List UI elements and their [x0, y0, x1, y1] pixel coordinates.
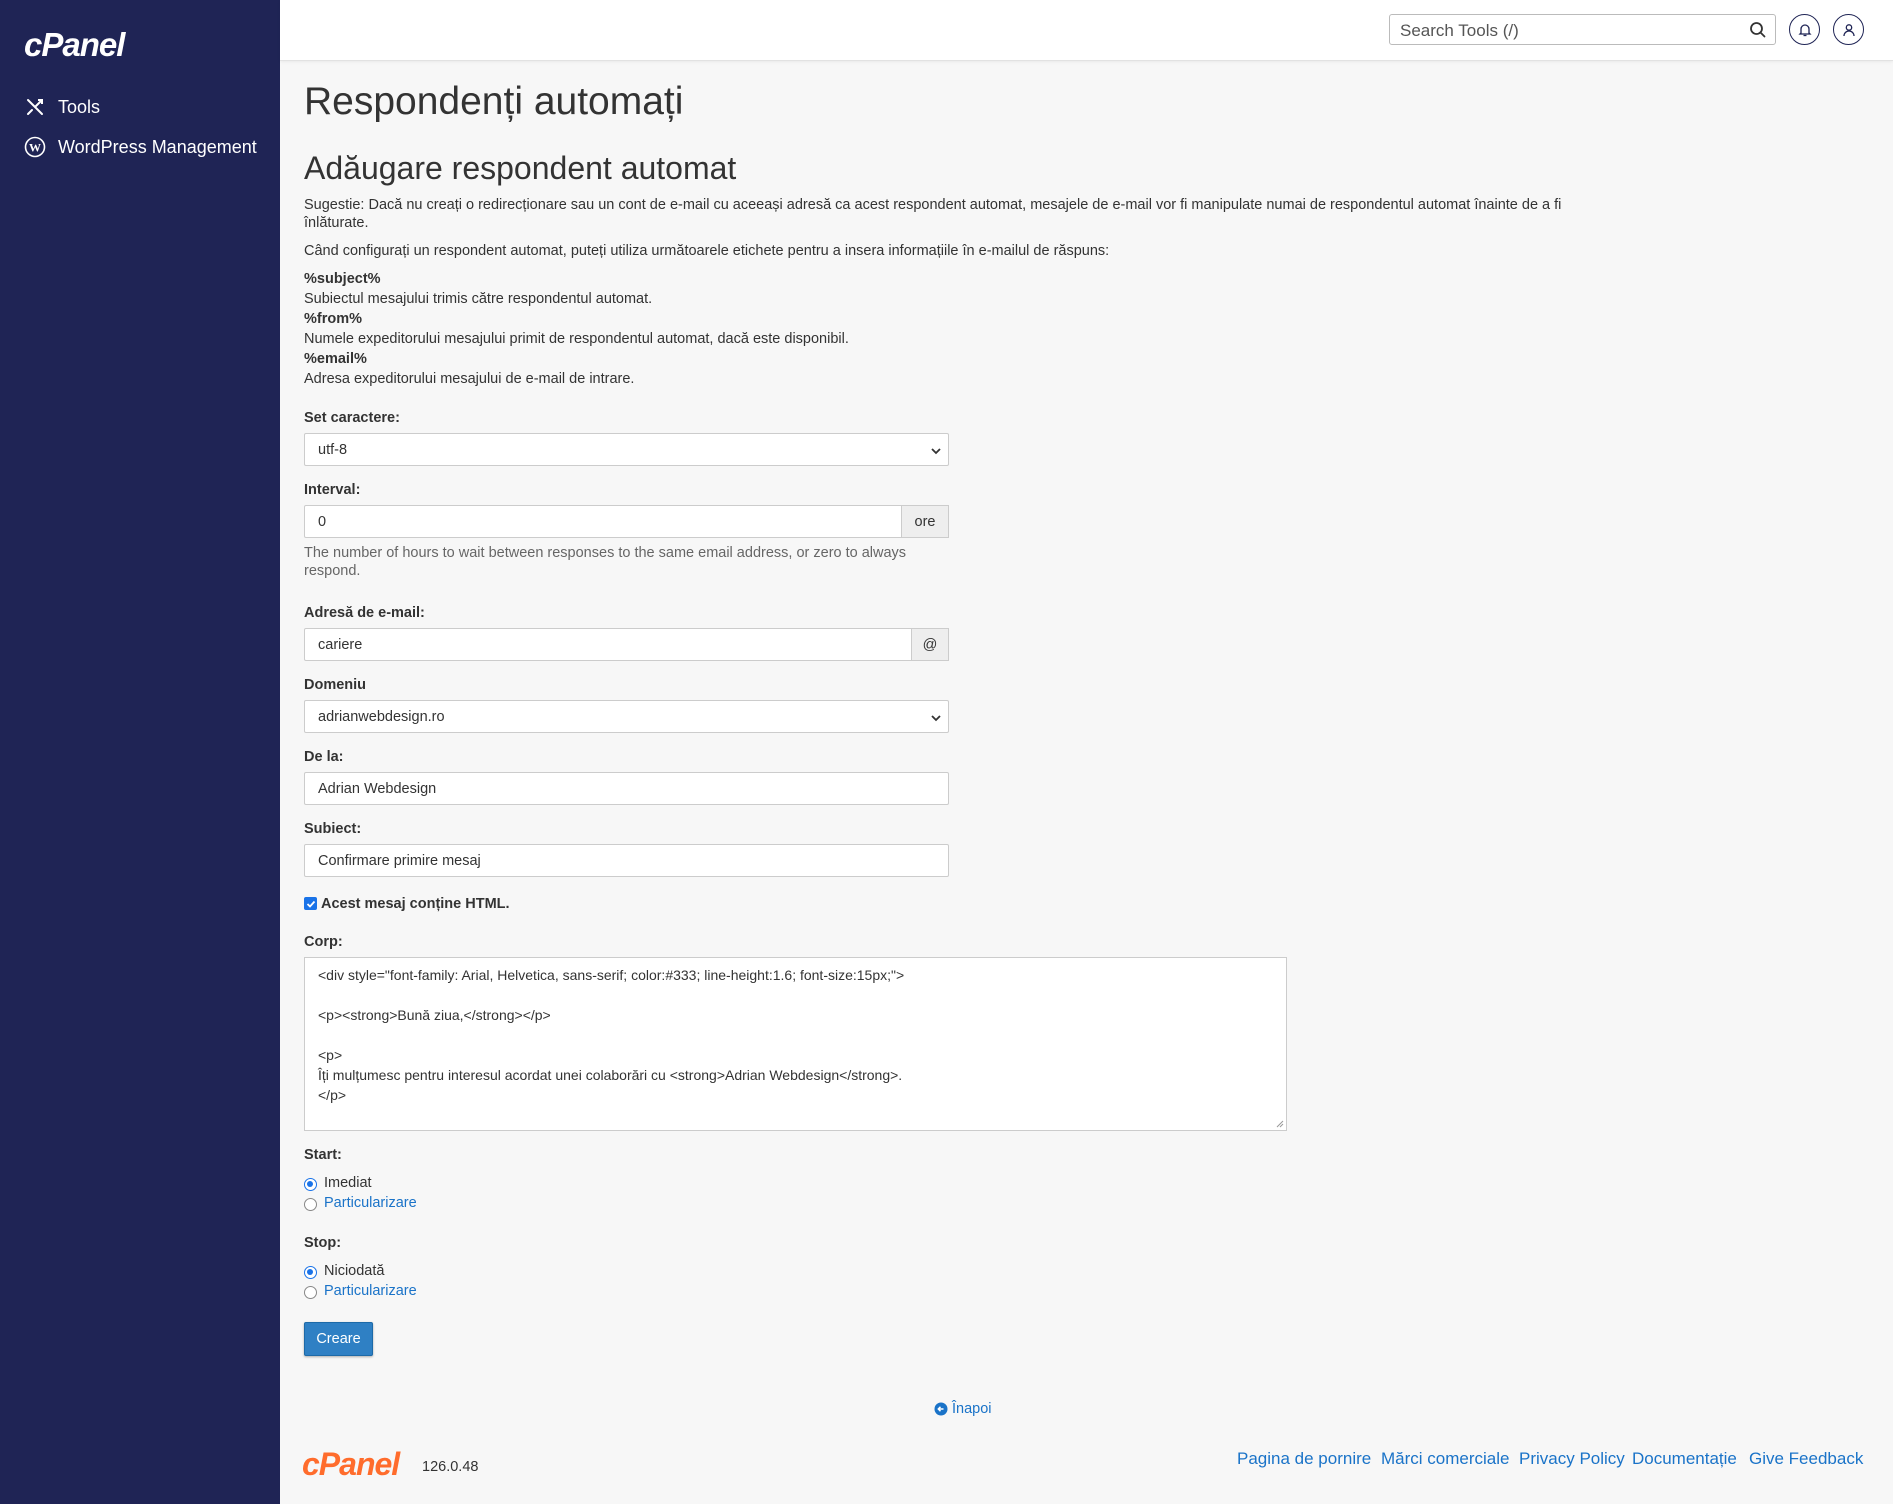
sidebar-item-label: Tools: [58, 96, 101, 117]
footer-link-feedback[interactable]: Give Feedback: [1749, 1449, 1863, 1469]
back-link-label: Înapoi: [952, 1401, 992, 1417]
svg-text:W: W: [29, 141, 41, 155]
start-custom-link[interactable]: Particularizare: [324, 1195, 417, 1211]
email-input[interactable]: cariere @: [304, 628, 949, 661]
from-value: Adrian Webdesign: [318, 781, 437, 797]
stop-label: Stop:: [304, 1235, 342, 1251]
tag-from-desc: Numele expeditorului mesajului primit de…: [304, 331, 849, 347]
stop-never-radio[interactable]: [304, 1266, 317, 1279]
interval-help-text: The number of hours to wait between resp…: [304, 545, 907, 579]
body-label: Corp:: [304, 934, 343, 950]
footer-link-privacy[interactable]: Privacy Policy: [1519, 1449, 1625, 1469]
email-value: cariere: [318, 637, 363, 653]
cpanel-logo[interactable]: cPanel: [24, 26, 125, 64]
bell-icon: [1797, 23, 1812, 36]
search-box: [1389, 14, 1776, 46]
chevron-down-icon: [931, 715, 941, 722]
body-line: <p><strong>Bună ziua,</strong></p>: [318, 1007, 551, 1023]
footer-cpanel-logo: cPanel: [302, 1446, 400, 1482]
domain-label: Domeniu: [304, 677, 367, 693]
interval-input[interactable]: 0 ore: [304, 505, 949, 538]
subject-value: Confirmare primire mesaj: [318, 853, 481, 869]
start-immediate-label[interactable]: Imediat: [324, 1175, 372, 1191]
create-button[interactable]: Creare: [304, 1322, 373, 1356]
tag-email: %email%: [304, 351, 367, 367]
tag-subject: %subject%: [304, 271, 381, 287]
tools-icon: [24, 96, 46, 118]
back-link[interactable]: Înapoi: [934, 1401, 992, 1417]
section-title: Adăugare respondent automat: [304, 150, 737, 186]
top-bar: [280, 0, 1893, 61]
domain-value: adrianwebdesign.ro: [318, 709, 445, 725]
tag-subject-desc: Subiectul mesajului trimis către respond…: [304, 291, 653, 307]
user-menu-button[interactable]: [1833, 14, 1864, 45]
search-input[interactable]: [1398, 15, 1742, 46]
stop-custom-radio[interactable]: [304, 1286, 317, 1299]
from-label: De la:: [304, 749, 344, 765]
from-input[interactable]: Adrian Webdesign: [304, 772, 949, 805]
html-checkbox[interactable]: [304, 897, 317, 910]
at-sign-addon: @: [911, 628, 949, 661]
interval-label: Interval:: [304, 482, 361, 498]
search-icon[interactable]: [1749, 21, 1767, 39]
body-textarea[interactable]: <div style="font-family: Arial, Helvetic…: [304, 957, 1287, 1131]
checkmark-icon: [306, 900, 315, 908]
email-label: Adresă de e-mail:: [304, 605, 425, 621]
charset-label: Set caractere:: [304, 410, 400, 426]
start-immediate-radio[interactable]: [304, 1178, 317, 1191]
start-label: Start:: [304, 1147, 342, 1163]
subject-input[interactable]: Confirmare primire mesaj: [304, 844, 949, 877]
tag-email-desc: Adresa expeditorului mesajului de e-mail…: [304, 371, 635, 387]
stop-custom-link[interactable]: Particularizare: [324, 1283, 417, 1299]
body-line: </p>: [318, 1087, 347, 1103]
footer-link-trademarks[interactable]: Mărci comerciale: [1381, 1449, 1509, 1469]
tags-intro-text: Când configurați un respondent automat, …: [304, 243, 1110, 259]
charset-value: utf-8: [318, 442, 348, 458]
body-line: Îți mulțumesc pentru interesul acordat u…: [318, 1067, 903, 1083]
chevron-down-icon: [931, 448, 941, 455]
interval-unit: ore: [901, 505, 949, 538]
footer-link-home[interactable]: Pagina de pornire: [1237, 1449, 1371, 1469]
version-text: 126.0.48: [422, 1459, 479, 1475]
domain-select[interactable]: adrianwebdesign.ro: [304, 700, 949, 733]
sidebar-item-label: WordPress Management: [58, 136, 257, 157]
footer-link-docs[interactable]: Documentație: [1632, 1449, 1737, 1469]
arrow-left-circle-icon: [934, 1402, 948, 1416]
suggestion-text: Sugestie: Dacă nu creați o redirecționar…: [304, 197, 1562, 231]
body-line: <p>: [318, 1047, 343, 1063]
charset-select[interactable]: utf-8: [304, 433, 949, 466]
page-title: Respondenți automați: [304, 80, 684, 123]
user-icon: [1842, 23, 1855, 36]
sidebar-item-tools[interactable]: Tools: [24, 89, 100, 125]
subject-label: Subiect:: [304, 821, 362, 837]
body-line: <div style="font-family: Arial, Helvetic…: [318, 967, 905, 983]
sidebar: cPanel Tools W WordPress Management: [0, 0, 280, 1504]
interval-value: 0: [318, 514, 327, 530]
notifications-button[interactable]: [1789, 14, 1820, 45]
resize-handle-icon[interactable]: [1276, 1120, 1284, 1128]
start-custom-radio[interactable]: [304, 1198, 317, 1211]
html-checkbox-label[interactable]: Acest mesaj conține HTML.: [321, 896, 510, 912]
stop-never-label[interactable]: Niciodată: [324, 1263, 384, 1279]
tag-from: %from%: [304, 311, 363, 327]
wordpress-icon: W: [24, 136, 46, 158]
sidebar-item-wordpress[interactable]: W WordPress Management: [24, 129, 257, 165]
